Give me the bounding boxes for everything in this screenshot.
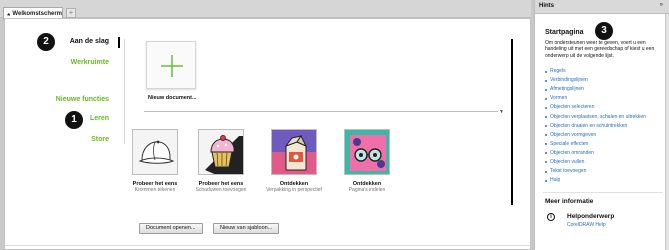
hint-topic-label: Verbindingslijnen: [550, 77, 588, 84]
more-info-title: Meer informatie: [545, 198, 594, 205]
bullet-icon: [545, 97, 547, 100]
plus-icon: [161, 55, 183, 77]
hint-topic-link[interactable]: Objecten selecteren: [545, 103, 646, 112]
bottom-separator: [5, 245, 530, 246]
hint-topic-link[interactable]: Regels: [545, 67, 646, 76]
hint-topic-label: Objecten verplaatsen, schalen en uitrekk…: [550, 113, 646, 120]
add-tab-button[interactable]: +: [66, 8, 76, 18]
hint-topic-link[interactable]: Speciale effecten: [545, 140, 646, 149]
hints-header-title: Hints: [539, 3, 554, 9]
nav-item-aan-de-slag[interactable]: Aan de slag: [70, 38, 109, 45]
bullet-icon: [545, 88, 547, 91]
hint-topic-label: Objecten vullen: [550, 158, 585, 165]
hints-topic-list: Regels Verbindingslijnen Afmetingslijnen…: [545, 67, 646, 185]
new-from-template-button[interactable]: Nieuw van sjabloon...: [213, 223, 280, 234]
card-subtitle: Schaduwen toevoegen: [195, 187, 247, 193]
hint-topic-link[interactable]: Verbindingslijnen: [545, 76, 646, 85]
hint-topic-label: Hulp: [550, 177, 561, 184]
hint-topic-label: Objecten selecteren: [550, 104, 595, 111]
callout-2: 2: [37, 33, 55, 51]
hint-topic-link[interactable]: Hulp: [545, 176, 646, 185]
cupcake-icon: [198, 129, 244, 175]
hint-topic-label: Vormen: [550, 95, 568, 102]
card-subtitle: Pagina's indelen: [348, 187, 386, 193]
hint-topic-link[interactable]: Tekst toevoegen: [545, 167, 646, 176]
bullet-icon: [545, 116, 547, 119]
bullet-icon: [545, 106, 547, 109]
hint-topic-link[interactable]: Objecten verplaatsen, schalen en uitrekk…: [545, 112, 646, 121]
bullet-icon: [545, 161, 547, 164]
callout-1: 1: [65, 111, 83, 129]
corel-welcome-screen: Welkomstscherm + Aan de slag Werkruimte …: [0, 0, 669, 250]
glasses-icon: [344, 129, 390, 175]
hints-header: Hints »: [535, 0, 669, 14]
hint-topic-label: Objecten vormgeven: [550, 131, 597, 138]
welcome-panel: Aan de slag Werkruimte Nieuwe functies L…: [4, 18, 531, 250]
card-krommen-tekenen[interactable]: Probeer het eens Krommen tekenen: [125, 129, 185, 193]
hints-title: Startpagina: [545, 29, 584, 36]
tab-label: Welkomstscherm: [12, 11, 62, 17]
hint-topic-label: Speciale effecten: [550, 140, 589, 147]
milk-carton-icon: [271, 129, 317, 175]
hint-topic-label: Objecten draaien en schuintrekken: [550, 122, 628, 129]
dropdown-arrow-icon[interactable]: ▼: [499, 109, 504, 115]
cap-icon: [132, 129, 178, 175]
hint-topic-label: Tekst toevoegen: [550, 168, 587, 175]
hint-topic-link[interactable]: Objecten omranden: [545, 149, 646, 158]
card-subtitle: Krommen tekenen: [134, 187, 176, 193]
card-schaduwen-toevoegen[interactable]: Probeer het eens Schaduwen toevoegen: [191, 129, 251, 193]
bullet-icon: [545, 70, 547, 73]
hint-topic-link[interactable]: Objecten draaien en schuintrekken: [545, 122, 646, 131]
bullet-icon: [545, 170, 547, 173]
hints-scrollbar[interactable]: [665, 14, 669, 250]
nav-active-indicator: [118, 37, 120, 48]
help-topic-title: Helponderwerp: [567, 213, 615, 220]
nav-item-werkruimte[interactable]: Werkruimte: [71, 59, 109, 66]
hint-topic-label: Objecten omranden: [550, 149, 594, 156]
hint-topic-label: Regels: [550, 68, 566, 75]
hint-topic-link[interactable]: Vormen: [545, 94, 646, 103]
bullet-icon: [545, 134, 547, 137]
hint-topic-label: Afmetingslijnen: [550, 86, 584, 93]
more-info-separator: [543, 192, 663, 193]
bullet-icon: [545, 125, 547, 128]
bullet-icon: [545, 179, 547, 182]
nav-item-leren[interactable]: Leren: [90, 115, 109, 122]
nav-item-store[interactable]: Store: [91, 136, 109, 143]
home-icon: [7, 12, 11, 16]
hint-topic-link[interactable]: Objecten vormgeven: [545, 131, 646, 140]
coreldraw-help-link[interactable]: CorelDRAW Help: [567, 222, 606, 228]
hint-topic-link[interactable]: Objecten vullen: [545, 158, 646, 167]
hint-topic-link[interactable]: Afmetingslijnen: [545, 85, 646, 94]
vertical-scrollbar[interactable]: [511, 39, 513, 205]
bullet-icon: [545, 79, 547, 82]
welcome-nav: Aan de slag Werkruimte Nieuwe functies L…: [5, 19, 123, 159]
card-verpakking-in-perspectief[interactable]: Ontdekken Verpakking in perspectief: [264, 129, 324, 193]
document-tab-strip: Welkomstscherm +: [0, 0, 531, 20]
callout-3: 3: [595, 22, 613, 40]
card-subtitle: Verpakking in perspectief: [266, 187, 322, 193]
open-document-button[interactable]: Document openen...: [139, 223, 203, 234]
card-paginas-indelen[interactable]: Ontdekken Pagina's indelen: [337, 129, 397, 193]
bullet-icon: [545, 143, 547, 146]
hints-docker: Hints » 3 Startpagina Om ondersteunen we…: [534, 0, 669, 250]
nav-item-nieuwe-functies[interactable]: Nieuwe functies: [56, 96, 109, 103]
new-document-button[interactable]: [146, 41, 196, 89]
collapse-icon[interactable]: »: [660, 2, 663, 8]
info-icon: i: [547, 213, 555, 221]
section-separator: [144, 111, 498, 112]
new-document-label: Nieuw document...: [148, 95, 197, 101]
hints-intro: Om ondersteunen weer te geven, voert u e…: [545, 40, 655, 59]
bullet-icon: [545, 152, 547, 155]
